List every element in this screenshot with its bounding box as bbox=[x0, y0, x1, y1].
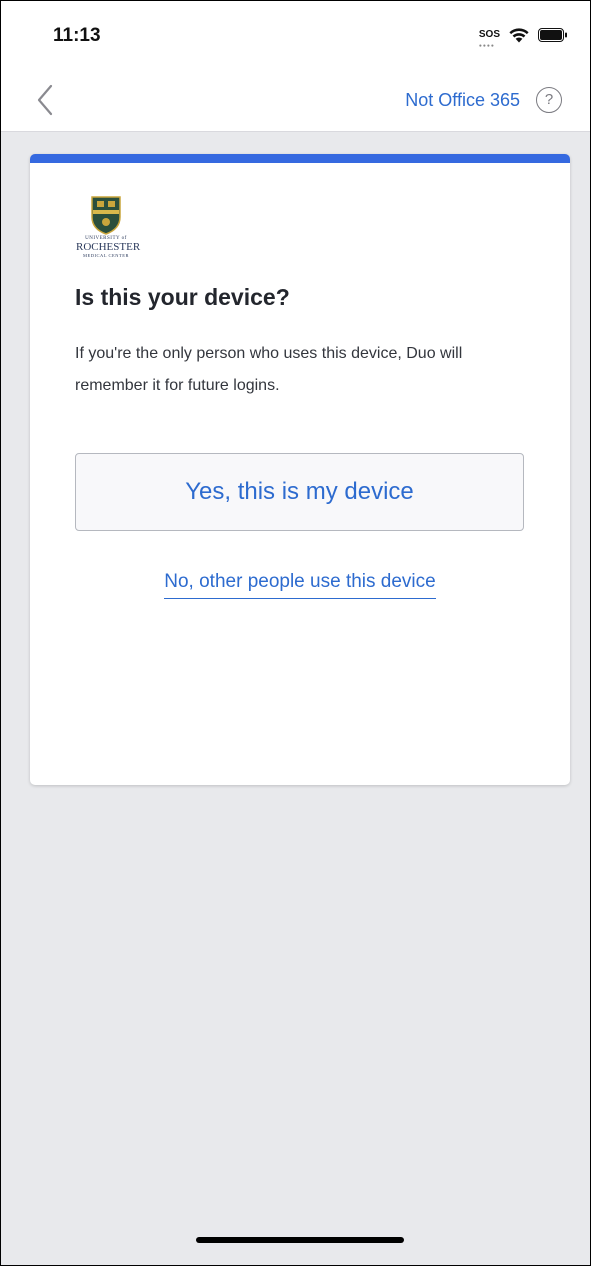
chevron-left-icon bbox=[37, 84, 53, 116]
home-indicator[interactable] bbox=[196, 1237, 404, 1243]
status-icons: SOS ●●●● bbox=[478, 27, 568, 50]
sos-indicator: SOS ●●●● bbox=[478, 29, 500, 50]
no-other-people-link[interactable]: No, other people use this device bbox=[164, 571, 436, 599]
help-icon[interactable]: ? bbox=[536, 87, 562, 113]
sos-label: SOS bbox=[478, 29, 500, 40]
status-time: 11:13 bbox=[53, 25, 101, 46]
navigation-bar: Not Office 365 ? bbox=[1, 69, 590, 132]
logo-text-line2: ROCHESTER bbox=[76, 241, 141, 253]
status-bar: 11:13 SOS ●●●● bbox=[1, 1, 590, 69]
page-title: Is this your device? bbox=[75, 284, 290, 310]
signal-dots-icon: ●●●● bbox=[478, 43, 495, 49]
description-text: If you're the only person who uses this … bbox=[75, 345, 463, 394]
phone-screen: 11:13 SOS ●●●● Not Office 365 ? UNIVERSI… bbox=[0, 0, 591, 1266]
device-remember-card: UNIVERSITY of ROCHESTER MEDICAL CENTER I… bbox=[30, 154, 570, 785]
wifi-icon bbox=[509, 28, 529, 43]
not-office-365-link[interactable]: Not Office 365 bbox=[405, 90, 520, 111]
back-button[interactable] bbox=[31, 83, 61, 117]
university-rochester-logo: UNIVERSITY of ROCHESTER MEDICAL CENTER bbox=[76, 195, 156, 259]
logo-text-line3: MEDICAL CENTER bbox=[83, 253, 129, 258]
no-link-container: No, other people use this device bbox=[30, 571, 570, 599]
yes-my-device-button[interactable]: Yes, this is my device bbox=[75, 453, 524, 531]
battery-icon bbox=[538, 28, 567, 42]
shield-icon bbox=[91, 196, 121, 235]
